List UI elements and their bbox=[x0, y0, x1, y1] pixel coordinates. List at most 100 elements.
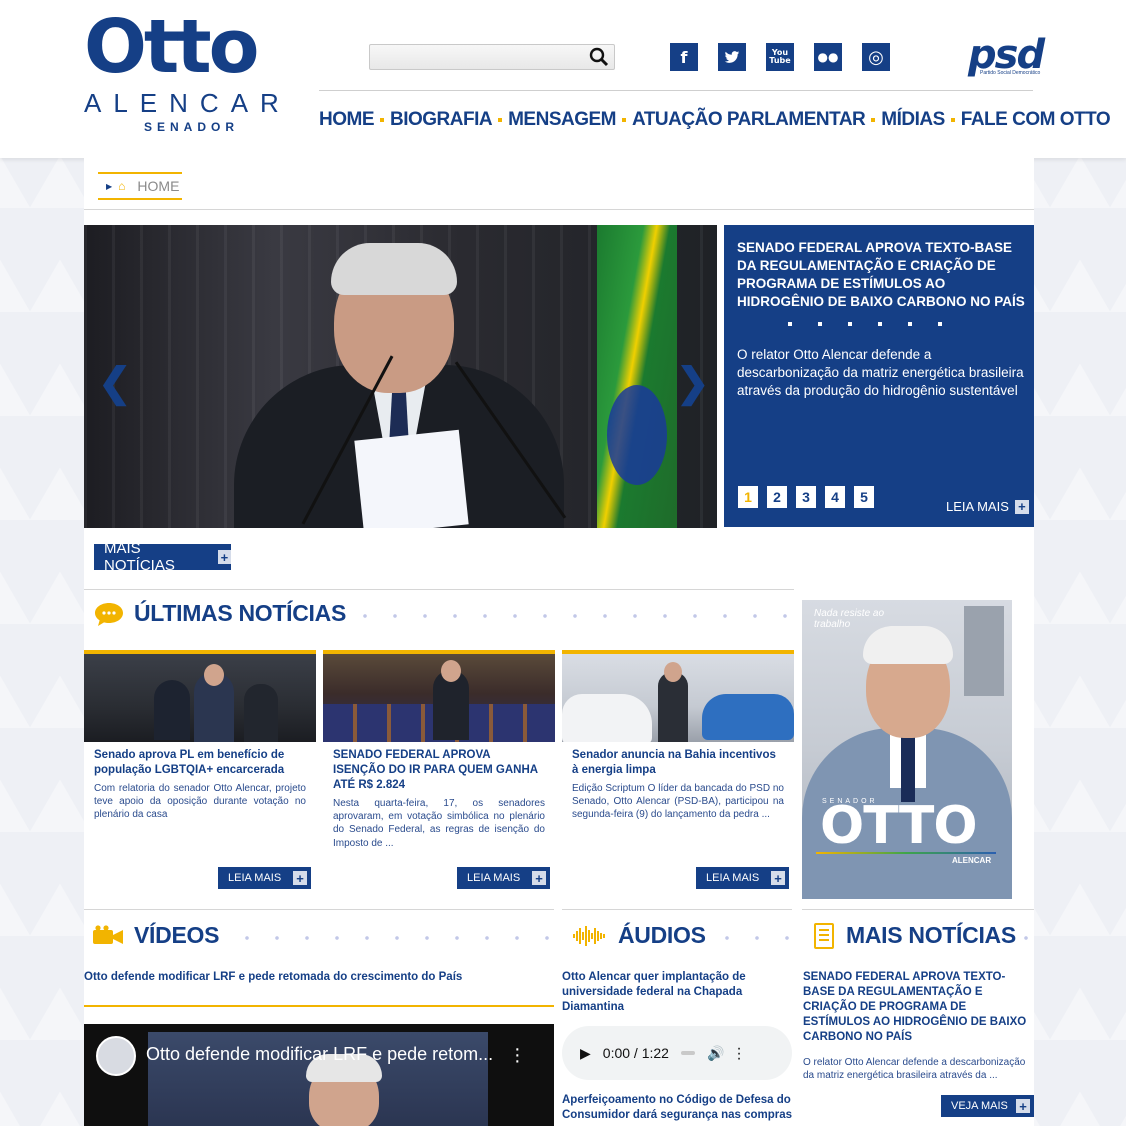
nav-biografia[interactable]: BIOGRAFIA bbox=[390, 109, 493, 131]
youtube-icon[interactable]: You Tube bbox=[766, 43, 794, 71]
instagram-icon[interactable]: ◎ bbox=[862, 43, 890, 71]
section-divider bbox=[562, 909, 792, 910]
nav-home[interactable]: HOME bbox=[319, 109, 375, 131]
more-news-item-text: O relator Otto Alencar defende a descarb… bbox=[803, 1057, 1026, 1081]
audios-heading: ÁUDIOS bbox=[572, 922, 706, 949]
audio-wave-icon bbox=[573, 925, 605, 946]
more-news-button[interactable]: MAIS NOTÍCIAS + bbox=[94, 540, 231, 574]
search-icon[interactable] bbox=[589, 47, 609, 67]
campaign-banner[interactable]: Nada resiste ao trabalho SENADOR OTTO AL… bbox=[802, 600, 1012, 899]
slider-read-more-label: LEIA MAIS bbox=[946, 499, 1009, 514]
section-dots bbox=[1011, 936, 1031, 940]
video-item-title[interactable]: Otto defende modificar LRF e pede retoma… bbox=[84, 970, 554, 985]
video-menu-icon[interactable]: · · · bbox=[514, 1039, 521, 1071]
slider-next-icon[interactable]: ❯ bbox=[676, 363, 710, 403]
nav-separator bbox=[622, 118, 627, 122]
logo-name: Otto bbox=[84, 4, 259, 90]
videos-title: VÍDEOS bbox=[134, 922, 220, 948]
nav-divider bbox=[319, 90, 1033, 91]
news-title[interactable]: Senador anuncia na Bahia incentivos à en… bbox=[572, 748, 784, 778]
party-logo-subtitle: Partido Social Democrático bbox=[980, 70, 1041, 76]
banner-surname: ALENCAR bbox=[952, 856, 992, 865]
latest-news-title: ÚLTIMAS NOTÍCIAS bbox=[134, 600, 346, 626]
slider-page-1[interactable]: 1 bbox=[738, 486, 758, 508]
volume-icon[interactable]: 🔊 bbox=[707, 1045, 724, 1062]
site-logo[interactable]: Otto ALENCAR SENADOR bbox=[84, 10, 294, 136]
slider-description: O relator Otto Alencar defende a descarb… bbox=[737, 347, 1024, 398]
video-player-title[interactable]: Otto defende modificar LRF e pede retom.… bbox=[146, 1044, 493, 1065]
latest-news-heading: ÚLTIMAS NOTÍCIAS bbox=[94, 600, 346, 627]
banner-stripe bbox=[816, 852, 996, 854]
breadcrumb: ▶ ⌂ HOME bbox=[98, 172, 182, 200]
news-title[interactable]: SENADO FEDERAL APROVA ISENÇÃO DO IR PARA… bbox=[333, 748, 545, 793]
breadcrumb-divider bbox=[84, 209, 1034, 210]
site-header: Otto ALENCAR SENADOR f You Tube ●● ◎ psd… bbox=[0, 0, 1126, 158]
more-news-heading: MAIS NOTÍCIAS bbox=[812, 922, 1016, 949]
flickr-icon[interactable]: ●● bbox=[814, 43, 842, 71]
section-divider bbox=[84, 909, 554, 910]
party-logo[interactable]: psd Partido Social Democrático bbox=[968, 32, 1045, 80]
slider-read-more-button[interactable]: LEIA MAIS + bbox=[946, 499, 1029, 514]
section-dots bbox=[712, 936, 792, 940]
audio-progress[interactable] bbox=[680, 1051, 695, 1055]
news-image[interactable] bbox=[84, 650, 316, 742]
nav-separator bbox=[871, 118, 876, 122]
read-more-label: LEIA MAIS bbox=[228, 872, 282, 884]
twitter-icon[interactable] bbox=[718, 43, 746, 71]
read-more-button[interactable]: LEIA MAIS + bbox=[696, 867, 789, 889]
slider-title[interactable]: SENADO FEDERAL APROVA TEXTO-BASE DA REGU… bbox=[737, 239, 1027, 311]
nav-fale-com-otto[interactable]: FALE COM OTTO bbox=[961, 109, 1111, 131]
audio-menu-icon[interactable]: · · · bbox=[736, 1040, 741, 1066]
slider-prev-icon[interactable]: ❮ bbox=[98, 363, 132, 403]
video-player[interactable]: Otto defende modificar LRF e pede retom.… bbox=[84, 1024, 554, 1126]
plus-icon: + bbox=[1014, 499, 1029, 514]
audio-player[interactable]: ▶ 0:00 / 1:22 🔊 · · · bbox=[562, 1026, 792, 1080]
play-icon[interactable]: ▶ bbox=[580, 1045, 591, 1062]
nav-atuacao-parlamentar[interactable]: ATUAÇÃO PARLAMENTAR bbox=[632, 109, 866, 131]
read-more-button[interactable]: LEIA MAIS + bbox=[218, 867, 311, 889]
more-news-item-title[interactable]: SENADO FEDERAL APROVA TEXTO-BASE DA REGU… bbox=[803, 970, 1033, 1045]
plus-icon: + bbox=[293, 871, 307, 885]
section-dots bbox=[350, 614, 790, 618]
news-image[interactable] bbox=[323, 650, 555, 742]
slider-dots bbox=[788, 322, 942, 326]
banner-hair bbox=[863, 626, 953, 664]
nav-separator bbox=[380, 118, 384, 122]
nav-mensagem[interactable]: MENSAGEM bbox=[508, 109, 616, 131]
slider-page-5[interactable]: 5 bbox=[854, 486, 874, 508]
search-input[interactable] bbox=[369, 44, 615, 70]
slider-page-3[interactable]: 3 bbox=[796, 486, 816, 508]
senator-hair bbox=[331, 243, 457, 295]
logo-role: SENADOR bbox=[144, 120, 240, 134]
see-more-button[interactable]: VEJA MAIS + bbox=[941, 1095, 1034, 1117]
audio-item-title[interactable]: Aperfeiçoamento no Código de Defesa do C… bbox=[562, 1093, 794, 1123]
banner-name: OTTO bbox=[820, 796, 978, 856]
facebook-icon[interactable]: f bbox=[670, 43, 698, 71]
nav-midias[interactable]: MÍDIAS bbox=[881, 109, 945, 131]
videos-heading: VÍDEOS bbox=[92, 922, 219, 949]
slider-panel: SENADO FEDERAL APROVA TEXTO-BASE DA REGU… bbox=[724, 225, 1034, 527]
read-more-label: LEIA MAIS bbox=[706, 872, 760, 884]
flag-globe bbox=[607, 385, 667, 485]
news-title[interactable]: Senado aprova PL em benefício de populaç… bbox=[94, 748, 306, 778]
slider-page-2[interactable]: 2 bbox=[767, 486, 787, 508]
slider-image[interactable]: ❮ ❯ bbox=[84, 225, 717, 528]
breadcrumb-current[interactable]: HOME bbox=[137, 178, 179, 194]
news-image[interactable] bbox=[562, 650, 794, 742]
audios-title: ÁUDIOS bbox=[618, 922, 706, 948]
paper-document bbox=[354, 429, 469, 528]
breadcrumb-arrow-icon: ▶ bbox=[106, 181, 113, 191]
section-divider bbox=[84, 589, 794, 590]
news-card[interactable]: SENADO FEDERAL APROVA ISENÇÃO DO IR PARA… bbox=[323, 650, 555, 850]
home-icon[interactable]: ⌂ bbox=[118, 179, 125, 193]
see-more-label: VEJA MAIS bbox=[951, 1100, 1008, 1112]
news-summary: Com relatoria do senador Otto Alencar, p… bbox=[94, 783, 306, 821]
audio-item-title[interactable]: Otto Alencar quer implantação de univers… bbox=[562, 970, 762, 1015]
video-divider bbox=[84, 1005, 554, 1007]
slider-page-4[interactable]: 4 bbox=[825, 486, 845, 508]
read-more-button[interactable]: LEIA MAIS + bbox=[457, 867, 550, 889]
document-icon bbox=[814, 922, 834, 949]
channel-avatar[interactable] bbox=[96, 1036, 136, 1076]
news-card[interactable]: Senado aprova PL em benefício de populaç… bbox=[84, 650, 316, 822]
news-card[interactable]: Senador anuncia na Bahia incentivos à en… bbox=[562, 650, 794, 822]
